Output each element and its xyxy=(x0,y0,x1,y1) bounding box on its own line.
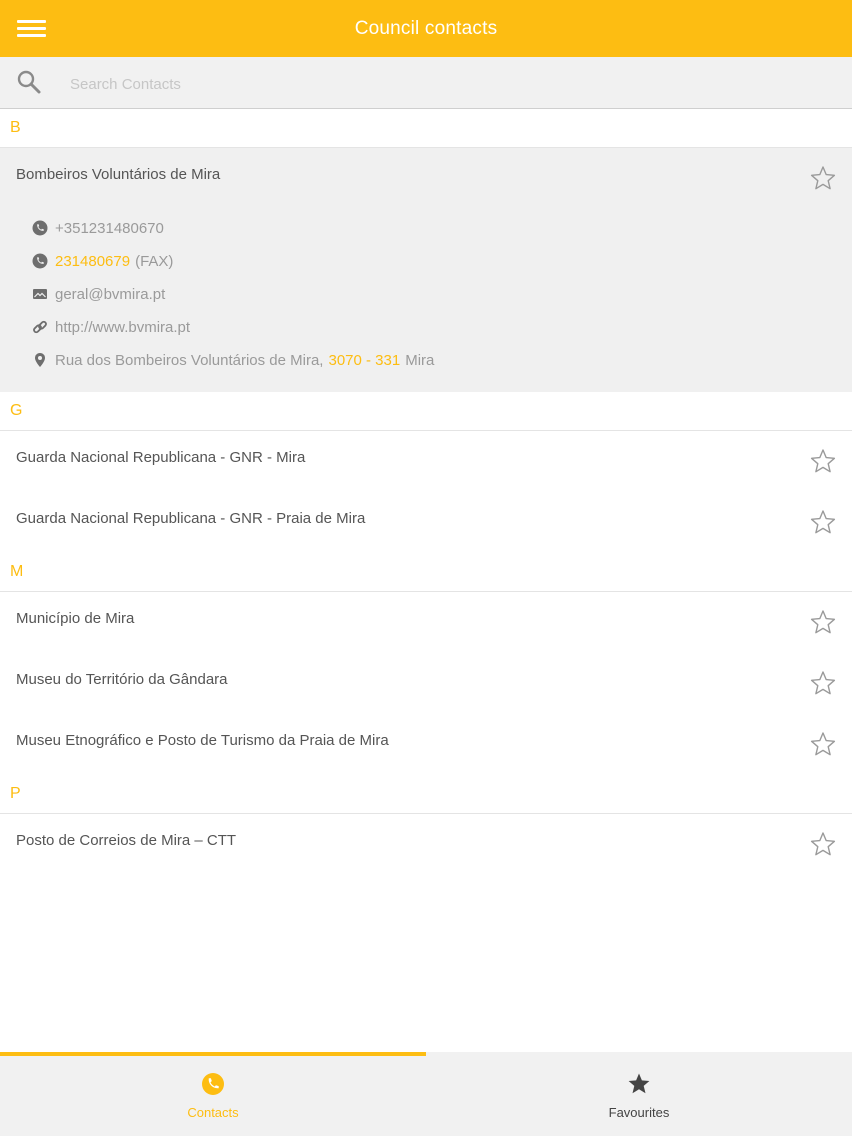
contact-phone[interactable]: +351231480670 xyxy=(32,218,164,238)
contact-row[interactable]: Museu Etnográfico e Posto de Turismo da … xyxy=(0,714,852,775)
contact-name: Museu Etnográfico e Posto de Turismo da … xyxy=(16,732,389,749)
contact-row[interactable]: Museu do Território da Gândara xyxy=(0,653,852,714)
tab-label: Contacts xyxy=(187,1105,239,1120)
contact-name: Bombeiros Voluntários de Mira xyxy=(16,166,221,183)
section-letter: M xyxy=(10,563,24,580)
favourite-star-icon[interactable] xyxy=(810,731,836,757)
contact-row[interactable]: Guarda Nacional Republicana - GNR - Mira xyxy=(0,431,852,492)
location-pin-icon xyxy=(35,353,45,367)
link-icon xyxy=(33,320,47,334)
website-url: http://www.bvmira.pt xyxy=(55,318,191,336)
email-address: geral@bvmira.pt xyxy=(55,285,166,303)
section-letter: B xyxy=(10,119,21,136)
contact-fax[interactable]: 231480679 (FAX) xyxy=(32,251,173,271)
search-bar xyxy=(0,57,852,109)
favourite-star-icon[interactable] xyxy=(810,831,836,857)
page-title: Council contacts xyxy=(354,18,498,39)
favourite-star-icon[interactable] xyxy=(810,165,836,191)
contact-row[interactable]: Posto de Correios de Mira – CTT xyxy=(0,814,852,875)
fax-number[interactable]: 231480679 xyxy=(55,253,130,270)
contact-email[interactable]: geral@bvmira.pt xyxy=(32,284,165,304)
tab-favourites[interactable]: Favourites xyxy=(426,1056,852,1136)
tab-contacts[interactable]: Contacts xyxy=(0,1056,426,1136)
contact-name: Posto de Correios de Mira – CTT xyxy=(16,832,237,849)
contact-website[interactable]: http://www.bvmira.pt xyxy=(32,317,190,337)
contact-row[interactable]: Município de Mira xyxy=(0,592,852,653)
phone-number: +351231480670 xyxy=(55,219,164,237)
tab-label: Favourites xyxy=(608,1105,670,1120)
address-city: Mira xyxy=(405,351,435,369)
section-letter: P xyxy=(10,785,21,802)
contact-name: Museu do Território da Gândara xyxy=(16,671,228,688)
address-street: Rua dos Bombeiros Voluntários de Mira, xyxy=(55,351,324,369)
fax-label: (FAX) xyxy=(135,252,174,270)
bottom-tab-bar: Contacts Favourites xyxy=(0,1052,852,1136)
phone-icon xyxy=(32,220,48,236)
favourite-star-icon[interactable] xyxy=(810,509,836,535)
section-header-p: P xyxy=(0,775,852,814)
star-icon xyxy=(628,1073,650,1094)
section-letter: G xyxy=(10,402,23,419)
favourite-star-icon[interactable] xyxy=(810,609,836,635)
favourite-star-icon[interactable] xyxy=(810,670,836,696)
phone-icon xyxy=(202,1073,224,1095)
favourite-star-icon[interactable] xyxy=(810,448,836,474)
address-postcode: 3070 - 331 xyxy=(328,351,401,369)
section-header-b: B xyxy=(0,109,852,148)
contact-name: Município de Mira xyxy=(16,610,135,627)
contact-name: Guarda Nacional Republicana - GNR - Prai… xyxy=(16,510,366,527)
section-header-m: M xyxy=(0,553,852,592)
search-icon xyxy=(17,70,41,94)
app-header: Council contacts xyxy=(0,0,852,57)
contact-list: B Bombeiros Voluntários de Mira +3512314… xyxy=(0,109,852,875)
email-icon xyxy=(33,289,47,299)
contact-name: Guarda Nacional Republicana - GNR - Mira xyxy=(16,449,306,466)
contact-address[interactable]: Rua dos Bombeiros Voluntários de Mira, 3… xyxy=(32,350,434,370)
search-input[interactable] xyxy=(68,71,772,97)
phone-icon xyxy=(32,253,48,269)
contact-row[interactable]: Guarda Nacional Republicana - GNR - Prai… xyxy=(0,492,852,553)
section-header-g: G xyxy=(0,392,852,431)
contact-row-bombeiros[interactable]: Bombeiros Voluntários de Mira +351231480… xyxy=(0,148,852,392)
